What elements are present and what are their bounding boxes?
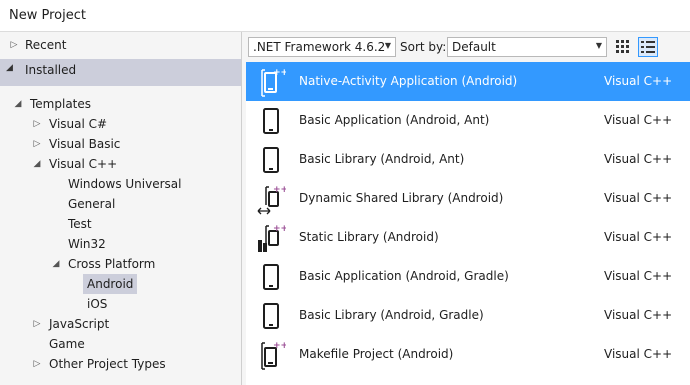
tree-item-label: Test	[68, 217, 92, 231]
tree-item-0[interactable]: ◢ Templates	[0, 94, 241, 114]
dialog-title-bar: New Project	[0, 0, 690, 32]
tree-item-2[interactable]: ▷ Visual Basic	[0, 134, 241, 154]
template-row[interactable]: Basic Library (Android, Ant) Visual C++	[246, 140, 690, 179]
template-row[interactable]: ++ Native-Activity Application (Android) V…	[246, 62, 690, 101]
template-language: Visual C++	[604, 74, 673, 88]
expand-arrow-icon[interactable]: ▷	[8, 35, 20, 55]
tree-item-label: Templates	[30, 97, 92, 111]
framework-select[interactable]: .NET Framework 4.6.2 ▼	[248, 37, 396, 57]
template-name: Basic Library (Android, Ant)	[299, 152, 465, 166]
svg-text:++: ++	[273, 68, 286, 78]
expand-arrow-icon[interactable]: ▷	[31, 314, 43, 334]
collapse-arrow-icon[interactable]: ◢	[12, 94, 24, 114]
template-language: Visual C++	[604, 152, 673, 166]
tree-item-label: JavaScript	[49, 317, 110, 331]
sort-by-label: Sort by:	[400, 40, 447, 54]
dynamic-library-icon: ++	[256, 183, 288, 215]
sort-select[interactable]: Default ▼	[447, 37, 607, 57]
tree-item-11[interactable]: ▷ JavaScript	[0, 314, 241, 334]
svg-text:++: ++	[273, 224, 286, 234]
svg-text:++: ++	[273, 341, 286, 351]
expand-arrow-icon[interactable]: ▷	[31, 134, 43, 154]
native-activity-icon: ++	[256, 66, 288, 98]
tree-item-6[interactable]: Test	[0, 214, 241, 234]
template-row[interactable]: ++ Static Library (Android) Visual C++	[246, 218, 690, 257]
tree-item-13[interactable]: ▷ Other Project Types	[0, 354, 241, 374]
tree-item-12[interactable]: Game	[0, 334, 241, 354]
template-name: Basic Application (Android, Ant)	[299, 113, 490, 127]
phone-icon	[256, 300, 286, 332]
list-view-icon[interactable]	[638, 37, 658, 57]
phone-icon	[256, 105, 286, 137]
template-language: Visual C++	[604, 191, 673, 205]
svg-text:++: ++	[273, 185, 286, 195]
template-language: Visual C++	[604, 347, 673, 361]
collapse-arrow-icon[interactable]: ◢	[50, 254, 62, 274]
tree-item-5[interactable]: General	[0, 194, 241, 214]
template-name: Basic Library (Android, Gradle)	[299, 308, 484, 322]
tree-item-label: Game	[49, 337, 85, 351]
template-name: Makefile Project (Android)	[299, 347, 454, 361]
makefile-icon: ++	[256, 339, 288, 371]
phone-icon	[256, 261, 286, 293]
template-row[interactable]: ++ Dynamic Shared Library (Android) Visual…	[246, 179, 690, 218]
expand-arrow-icon[interactable]: ▷	[31, 114, 43, 134]
dialog-title: New Project	[9, 8, 86, 23]
tree-item-3[interactable]: ◢ Visual C++	[0, 154, 241, 174]
template-row[interactable]: ++ Makefile Project (Android) Visual C++	[246, 335, 690, 374]
tree-item-8[interactable]: ◢ Cross Platform	[0, 254, 241, 274]
chevron-down-icon: ▼	[384, 41, 391, 50]
template-row[interactable]: Basic Application (Android, Gradle) Visua…	[246, 257, 690, 296]
tree-item-label: Cross Platform	[68, 257, 156, 271]
tree-item-label: Android	[83, 274, 138, 294]
tree-item-4[interactable]: Windows Universal	[0, 174, 241, 194]
collapse-arrow-icon[interactable]: ◢	[6, 63, 13, 73]
tree-item-label: General	[68, 197, 116, 211]
tree-item-9[interactable]: Android	[0, 274, 241, 294]
template-toolbar: .NET Framework 4.6.2 ▼ Sort by: Default …	[242, 32, 690, 62]
tree-item-installed[interactable]: ◢ Installed	[0, 59, 241, 86]
chevron-down-icon: ▼	[595, 41, 602, 50]
tree-item-label: Other Project Types	[49, 357, 166, 371]
template-name: Static Library (Android)	[299, 230, 439, 244]
template-name: Basic Application (Android, Gradle)	[299, 269, 509, 283]
tree-item-label: iOS	[87, 297, 108, 311]
expand-arrow-icon[interactable]: ▷	[31, 354, 43, 374]
tree-item-recent[interactable]: ▷ Recent	[0, 35, 241, 55]
template-language: Visual C++	[604, 269, 673, 283]
tree-item-label: Windows Universal	[68, 177, 182, 191]
template-language: Visual C++	[604, 308, 673, 322]
template-name: Native-Activity Application (Android)	[299, 74, 518, 88]
static-library-icon: ++	[256, 222, 288, 254]
tree-item-1[interactable]: ▷ Visual C#	[0, 114, 241, 134]
template-language: Visual C++	[604, 113, 673, 127]
template-tree-pane: ▷ Recent ◢ Installed ◢ Templates ▷ Visual C…	[0, 32, 242, 385]
template-name: Dynamic Shared Library (Android)	[299, 191, 504, 205]
template-language: Visual C++	[604, 230, 673, 244]
small-icons-view-icon[interactable]	[613, 37, 633, 57]
tree-item-label: Visual Basic	[49, 137, 121, 151]
template-row[interactable]: Basic Application (Android, Ant) Visual C…	[246, 101, 690, 140]
tree-item-label: Visual C++	[49, 157, 118, 171]
tree-item-10[interactable]: iOS	[0, 294, 241, 314]
tree-item-label: Visual C#	[49, 117, 108, 131]
template-list: ++ Native-Activity Application (Android) V…	[246, 62, 690, 385]
collapse-arrow-icon[interactable]: ◢	[31, 154, 43, 174]
phone-icon	[256, 144, 286, 176]
tree-item-7[interactable]: Win32	[0, 234, 241, 254]
tree-item-label: Win32	[68, 237, 106, 251]
template-row[interactable]: Basic Library (Android, Gradle) Visual C+…	[246, 296, 690, 335]
